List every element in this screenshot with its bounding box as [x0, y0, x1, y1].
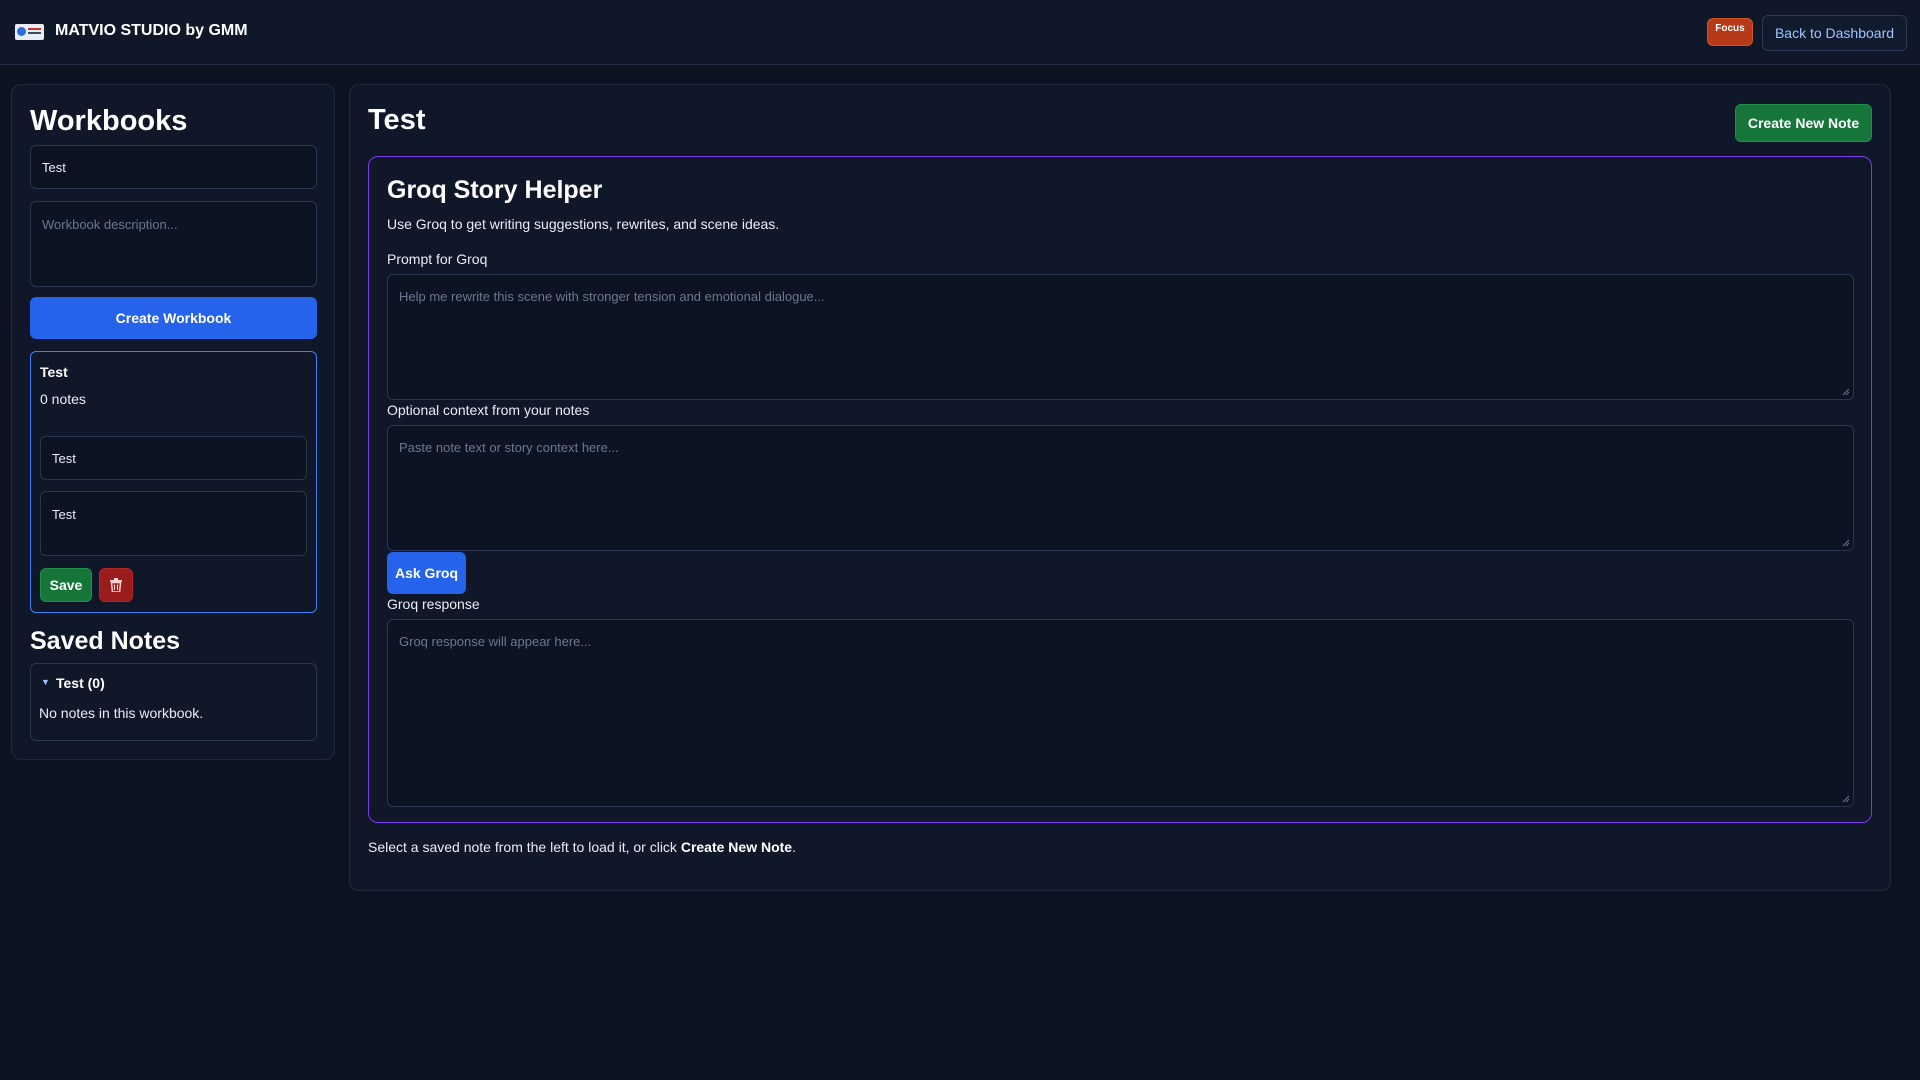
save-workbook-button[interactable]: Save	[40, 568, 92, 602]
helper-suffix: .	[792, 839, 796, 855]
workbooks-heading: Workbooks	[30, 105, 188, 137]
workbook-edit-name-input[interactable]: Test	[40, 436, 307, 480]
focus-button[interactable]: Focus	[1707, 18, 1753, 46]
page-title: Test	[368, 104, 426, 136]
main-content: Test Create New Note Groq Story Helper U…	[349, 84, 1891, 891]
context-placeholder: Paste note text or story context here...	[399, 440, 619, 455]
ask-groq-button[interactable]: Ask Groq	[387, 552, 466, 594]
prompt-placeholder: Help me rewrite this scene with stronger…	[399, 289, 825, 304]
create-workbook-button[interactable]: Create Workbook	[30, 297, 317, 339]
response-placeholder: Groq response will appear here...	[399, 634, 592, 649]
saved-notes-group: ▼ Test (0) No notes in this workbook.	[30, 663, 317, 741]
workbook-edit-description-input[interactable]: Test	[40, 491, 307, 556]
saved-notes-empty-message: No notes in this workbook.	[39, 705, 204, 721]
groq-story-helper-panel: Groq Story Helper Use Groq to get writin…	[368, 156, 1872, 823]
saved-notes-heading: Saved Notes	[30, 627, 181, 655]
saved-notes-group-toggle[interactable]: Test (0)	[56, 675, 105, 691]
response-label: Groq response	[387, 596, 480, 612]
delete-workbook-button[interactable]	[99, 568, 133, 602]
groq-helper-title: Groq Story Helper	[387, 176, 603, 204]
back-to-dashboard-button[interactable]: Back to Dashboard	[1762, 15, 1907, 51]
workbook-card-title: Test	[40, 364, 68, 380]
prompt-textarea[interactable]: Help me rewrite this scene with stronger…	[387, 274, 1854, 400]
helper-prefix: Select a saved note from the left to loa…	[368, 839, 681, 855]
resize-grip-icon[interactable]	[1842, 539, 1850, 547]
app-logo	[15, 24, 44, 40]
top-bar: MATVIO STUDIO by GMM Focus Back to Dashb…	[0, 0, 1920, 65]
create-new-note-button[interactable]: Create New Note	[1735, 104, 1872, 142]
workbook-name-input[interactable]: Test	[30, 145, 317, 189]
context-label: Optional context from your notes	[387, 402, 590, 418]
expand-triangle-icon[interactable]: ▼	[41, 677, 50, 687]
empty-state-helper: Select a saved note from the left to loa…	[368, 839, 796, 855]
workbooks-sidebar: Workbooks Test Workbook description... C…	[11, 84, 335, 760]
groq-helper-subtitle: Use Groq to get writing suggestions, rew…	[387, 216, 780, 232]
workbook-card[interactable]: Test 0 notes Test Test Save	[30, 351, 317, 613]
trash-icon	[110, 578, 122, 592]
resize-grip-icon[interactable]	[1842, 795, 1850, 803]
app-title: MATVIO STUDIO by GMM	[55, 22, 248, 39]
workbook-note-count: 0 notes	[40, 391, 86, 407]
response-textarea[interactable]: Groq response will appear here...	[387, 619, 1854, 807]
context-textarea[interactable]: Paste note text or story context here...	[387, 425, 1854, 551]
resize-grip-icon[interactable]	[1842, 388, 1850, 396]
workbook-description-input[interactable]: Workbook description...	[30, 201, 317, 287]
helper-create-note-text: Create New Note	[680, 839, 793, 855]
prompt-label: Prompt for Groq	[387, 251, 488, 267]
